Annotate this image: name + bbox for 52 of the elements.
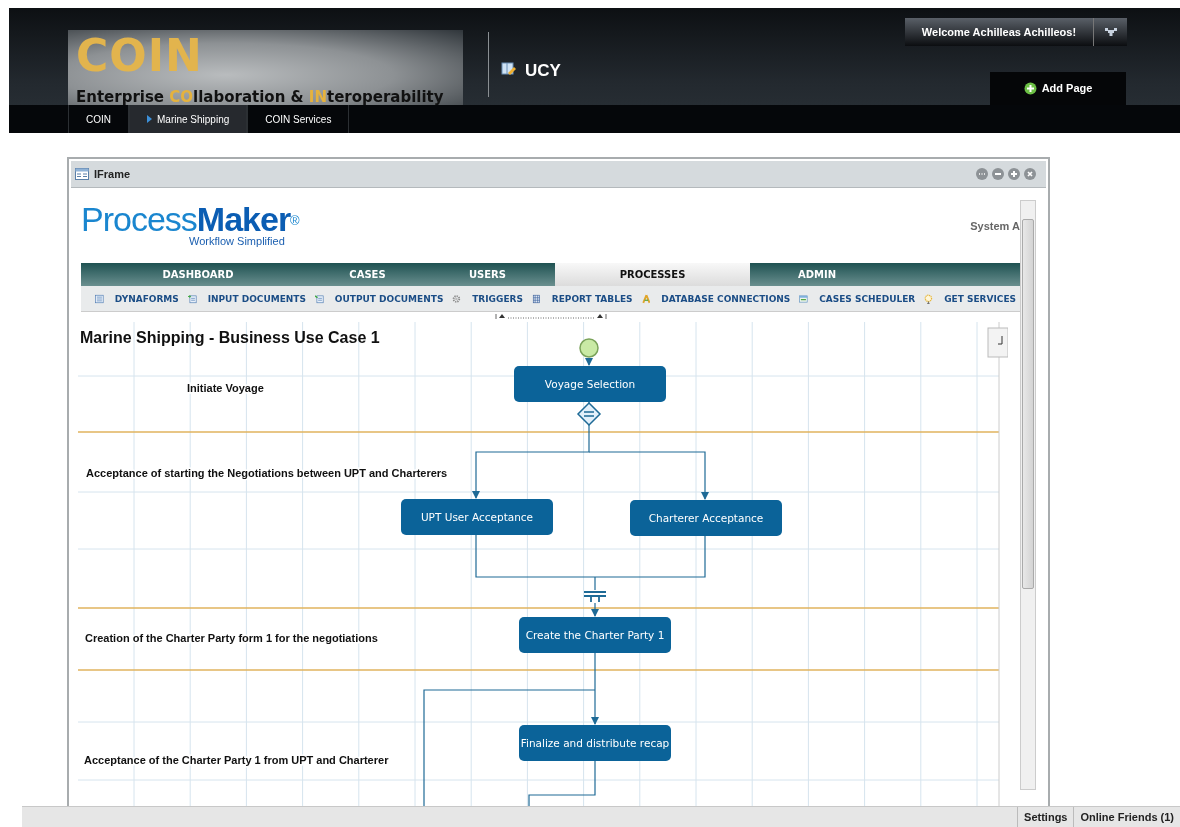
toolbar-link[interactable]: GET SERVICES <box>938 293 1021 304</box>
add-page-button[interactable]: Add Page <box>990 72 1126 105</box>
community-name: UCY <box>525 60 561 82</box>
close-icon[interactable] <box>1024 168 1036 180</box>
toolbar-link[interactable]: DATABASE CONNECTIONS <box>655 293 795 304</box>
scrollbar[interactable] <box>1020 200 1036 790</box>
user-label: System A <box>970 219 1020 234</box>
nav-tab[interactable]: CASES <box>315 263 420 286</box>
logo-subtitle: Enterprise COllaboration & INteroperability <box>76 88 445 105</box>
toolbar-link[interactable]: OUTPUT DOCUMENTS <box>328 293 448 304</box>
toolbar-link[interactable]: CASES SCHEDULER <box>813 293 920 304</box>
join-symbol[interactable] <box>583 591 607 603</box>
task-node[interactable]: Finalize and distribute recap <box>519 725 671 761</box>
connector-arrow <box>591 602 599 617</box>
nav-tab[interactable]: DASHBOARD <box>81 263 315 286</box>
toolbar-link[interactable]: TRIGGERS <box>466 293 527 304</box>
start-event[interactable] <box>579 338 599 358</box>
toolbar-link[interactable]: DYNAFORMS <box>108 293 183 304</box>
logo-tagline: Workflow Simplified <box>189 236 286 247</box>
window-title: IFrame <box>94 166 131 182</box>
task-node[interactable]: UPT User Acceptance <box>401 499 553 535</box>
dropdown-button[interactable] <box>1093 18 1127 46</box>
lane-label: Acceptance of the Charter Party 1 from UPT and Charterer <box>84 754 389 766</box>
lane-label: Acceptance of starting the Negotiations between UPT and Charterers <box>86 467 448 479</box>
window-icon <box>75 168 89 180</box>
diagram-title: Marine Shipping - Business Use Case 1 <box>80 329 380 346</box>
task-node[interactable]: Create the Charter Party 1 <box>519 617 671 653</box>
nav-tab[interactable]: USERS <box>420 263 555 286</box>
toolbar-link[interactable]: REPORT TABLES <box>545 293 637 304</box>
nav-tab[interactable]: ADMIN <box>750 263 1020 286</box>
options-icon[interactable] <box>976 168 988 180</box>
gateway-diamond[interactable] <box>576 401 602 427</box>
nav-tab[interactable]: PROCESSES <box>555 263 750 286</box>
toolbar-link[interactable]: INPUT DOCUMENTS <box>201 293 310 304</box>
processmaker-logo: ProcessMaker$^{®}$ <box>81 202 299 236</box>
maximize-icon[interactable] <box>1008 168 1020 180</box>
add-icon <box>1023 82 1037 95</box>
lane-label: Creation of the Charter Party form 1 for the negotiations <box>85 632 378 644</box>
caret-icon <box>1104 28 1117 36</box>
connector-arrow <box>585 357 593 366</box>
nav-tab[interactable]: Marine Shipping <box>129 105 248 133</box>
splitter-handle[interactable] <box>494 312 607 320</box>
lane-label: Initiate Voyage <box>187 382 264 394</box>
nav-tab[interactable]: COIN Services <box>247 105 350 133</box>
community-icon <box>501 62 517 76</box>
minimize-icon[interactable] <box>992 168 1004 180</box>
canvas-button[interactable] <box>987 327 1008 358</box>
welcome-button[interactable]: Welcome Achilleas Achilleos! <box>905 18 1093 46</box>
task-node[interactable]: Charterer Acceptance <box>630 500 782 536</box>
task-node[interactable]: Voyage Selection <box>514 366 666 402</box>
logo-title: COIN <box>76 34 204 78</box>
caret-icon <box>147 115 152 123</box>
